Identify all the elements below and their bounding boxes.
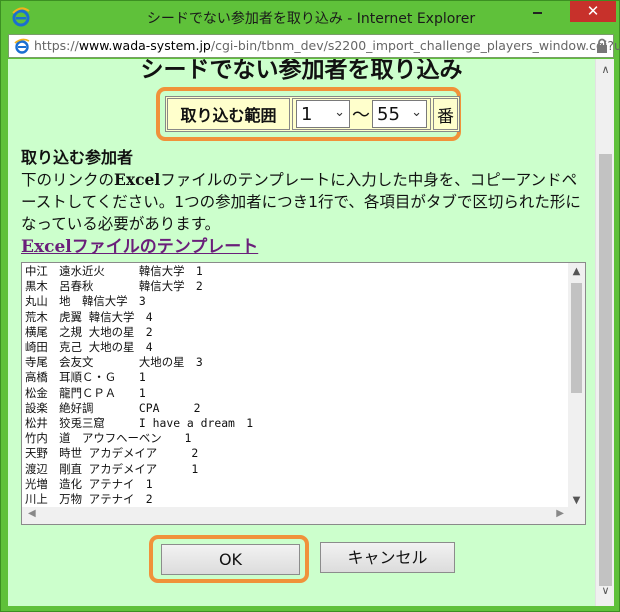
lock-icon	[597, 38, 607, 53]
range-to-value: 55	[377, 103, 400, 125]
title-bar[interactable]: シードでない参加者を取り込み - Internet Explorer ✕	[1, 1, 620, 33]
player-line: 川上 万物 アテナイ 2	[25, 492, 153, 507]
player-line: 光増 造化 アテナイ 1	[25, 476, 153, 491]
import-players-section: 取り込む参加者 下のリンクのExcelファイルのテンプレートに入力した中身を、コ…	[21, 147, 591, 258]
ok-button-highlight: OK	[149, 535, 309, 583]
player-line: 丸山 地 韓信大学 3	[25, 294, 146, 309]
players-textarea[interactable]: 中江 遠水近火 韓信大学 1 黒木 呂春秋 韓信大学 2 丸山 地 韓信大学 3 荒木…	[21, 262, 586, 525]
range-from-value: 1	[301, 103, 313, 125]
scroll-thumb[interactable]	[571, 283, 582, 393]
player-line: 松金 龍門ＣＰＡ 1	[25, 385, 146, 400]
section-heading: 取り込む参加者	[21, 148, 134, 167]
page-icon	[14, 38, 30, 54]
address-bar[interactable]: https://www.wada-system.jp/cgi-bin/tbnm_…	[8, 34, 620, 58]
range-label: 取り込む範囲	[167, 98, 290, 130]
browser-window: シードでない参加者を取り込み - Internet Explorer ✕ htt…	[0, 0, 620, 612]
range-to-select[interactable]: 55 ⌄	[372, 100, 427, 128]
minimize-button[interactable]	[524, 1, 551, 22]
scroll-right-icon[interactable]: ▶	[556, 508, 564, 519]
scroll-left-icon[interactable]: ◀	[28, 508, 36, 519]
player-line: 崎田 克己 大地の星 4	[25, 340, 153, 355]
range-from-select[interactable]: 1 ⌄	[296, 100, 350, 128]
chevron-down-icon: ⌄	[411, 105, 422, 120]
scrollbar-corner	[568, 507, 585, 524]
player-line: 中江 遠水近火 韓信大学 1	[25, 264, 203, 278]
scroll-down-icon[interactable]: ▼	[568, 495, 585, 506]
range-suffix: 番	[433, 98, 458, 130]
ok-button[interactable]: OK	[161, 544, 300, 575]
import-range-highlight: 取り込む範囲 1 ⌄ 〜 55 ⌄ 番	[156, 87, 461, 141]
player-line: 荒木 虎翼 韓信大学 4	[25, 309, 153, 324]
player-line: 天野 時世 アカデメイア 2	[25, 446, 199, 461]
scroll-up-icon[interactable]: ▲	[568, 266, 585, 277]
player-line: 寺尾 会友文 大地の星 3	[25, 355, 203, 370]
textarea-vertical-scrollbar[interactable]: ▲ ▼	[568, 263, 585, 509]
import-range-table: 取り込む範囲 1 ⌄ 〜 55 ⌄ 番	[165, 96, 460, 132]
player-line: 高橋 耳順Ｃ・Ｇ 1	[25, 370, 146, 385]
textarea-horizontal-scrollbar[interactable]: ◀ ▶	[22, 507, 570, 524]
page-vertical-scrollbar[interactable]: ∧ ∨	[595, 59, 614, 606]
section-description: 下のリンクのExcelファイルのテンプレートに入力した中身を、コピーアンドペース…	[21, 170, 581, 233]
chevron-down-icon: ⌄	[334, 105, 345, 120]
scroll-down-icon[interactable]: ∨	[596, 584, 615, 602]
players-text: 中江 遠水近火 韓信大学 1 黒木 呂春秋 韓信大学 2 丸山 地 韓信大学 3 荒木…	[25, 264, 565, 522]
player-line: 設楽 絶好調 CPA 2	[25, 400, 201, 415]
player-line: 横尾 之規 大地の星 2	[25, 324, 153, 339]
address-url: https://www.wada-system.jp/cgi-bin/tbnm_…	[34, 38, 620, 53]
excel-template-link[interactable]: Excelファイルのテンプレート	[21, 236, 258, 258]
page-content: シードでない参加者を取り込み 取り込む範囲 1 ⌄ 〜 55 ⌄ 番 取り込む参…	[8, 59, 595, 606]
player-line: 松井 狡兎三窟 I have a dream 1	[25, 416, 254, 431]
page-scroll-thumb[interactable]	[599, 154, 612, 586]
range-selectors: 1 ⌄ 〜 55 ⌄	[292, 98, 431, 130]
player-line: 竹内 道 アウフヘーベン 1	[25, 431, 192, 446]
page-title: シードでない参加者を取り込み	[140, 59, 463, 83]
cancel-button[interactable]: キャンセル	[320, 542, 455, 573]
player-line: 渡辺 剛直 アカデメイア 1	[25, 461, 199, 476]
close-button[interactable]: ✕	[570, 1, 616, 22]
range-tilde: 〜	[352, 105, 370, 126]
scroll-up-icon[interactable]: ∧	[596, 63, 615, 81]
player-line: 黒木 呂春秋 韓信大学 2	[25, 279, 203, 294]
